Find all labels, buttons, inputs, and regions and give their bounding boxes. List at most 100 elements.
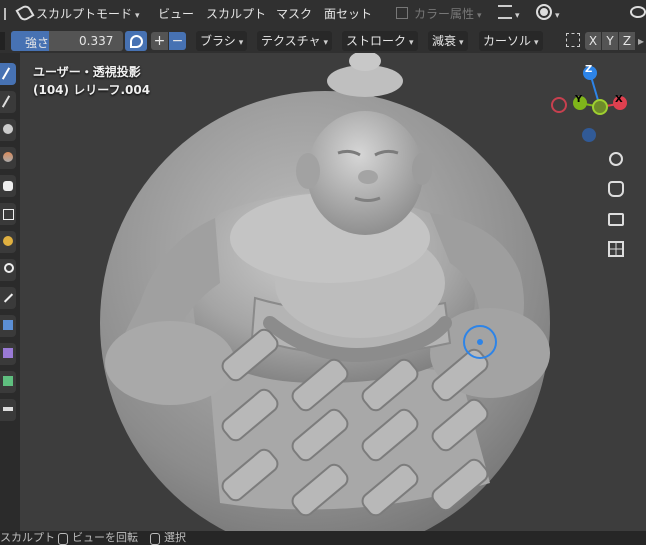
zoom-icon <box>609 152 623 166</box>
falloff-dropdown[interactable]: 減衰 ▾ <box>428 31 468 51</box>
tool-crease[interactable] <box>0 259 16 281</box>
brush-icon <box>1 95 11 108</box>
chevron-down-icon: ▾ <box>409 38 414 48</box>
strength-label: 強さ <box>25 36 50 50</box>
gizmo-y-label: Y <box>575 94 583 105</box>
tool-inflate[interactable] <box>0 203 16 225</box>
3d-viewport[interactable]: ユーザー・透視投影 (104) レリーフ.004 Z Y X <box>20 53 646 531</box>
chevron-down-icon: ▾ <box>238 38 244 48</box>
menu-mask[interactable]: マスク <box>276 4 312 24</box>
chevron-down-icon: ▾ <box>515 11 520 21</box>
tool-fill[interactable] <box>0 343 16 365</box>
tool-clay-strips[interactable] <box>0 147 16 169</box>
chevron-down-icon: ▾ <box>323 38 329 48</box>
mirror-icon <box>566 31 580 51</box>
navigation-gizmo[interactable]: Z Y X <box>548 61 632 151</box>
camera-icon <box>608 212 624 226</box>
chevron-down-icon: ▾ <box>135 11 140 21</box>
brush-icon <box>1 67 11 80</box>
menu-face-sets[interactable]: 面セット <box>324 4 372 24</box>
menu-sculpt[interactable]: スカルプト <box>206 4 266 24</box>
status-select: 選択 <box>164 531 186 544</box>
object-name: (104) レリーフ.004 <box>33 83 151 97</box>
smooth-icon <box>3 293 14 303</box>
stroke-dropdown[interactable]: ストローク ▾ <box>342 31 418 51</box>
sphere-icon <box>536 4 552 20</box>
perspective-toggle-button[interactable] <box>604 237 628 261</box>
shading-dropdown[interactable]: ▾ <box>536 4 560 24</box>
tool-settings-bar: 強さ 0.337 + − ブラシ ▾ テクスチャ ▾ ストローク ▾ 減衰 ▾ カーソル… <box>0 28 646 53</box>
mode-label: スカルプトモード <box>36 7 133 21</box>
multiplane-icon <box>3 407 13 411</box>
tool-scrape[interactable] <box>0 371 16 393</box>
direction-add-button[interactable]: + <box>151 32 168 50</box>
pan-button[interactable] <box>604 177 628 201</box>
pen-pressure-icon <box>129 34 143 48</box>
tool-blob[interactable] <box>0 231 16 253</box>
flatten-icon <box>3 320 13 330</box>
strength-value: 0.337 <box>79 34 114 48</box>
strength-slider[interactable]: 強さ 0.337 <box>11 31 123 51</box>
pressure-toggle[interactable] <box>125 31 147 51</box>
left-knee <box>105 321 235 405</box>
color-attribute-icon <box>396 7 408 19</box>
crease-icon <box>4 263 14 273</box>
view-name: ユーザー・透視投影 <box>33 65 141 79</box>
fill-icon <box>3 348 13 358</box>
gizmo-x-label: X <box>615 94 623 105</box>
clay-strips-icon <box>3 152 13 162</box>
more-options-icon[interactable]: ▸ <box>638 32 646 50</box>
tool-clay[interactable] <box>0 119 16 141</box>
brush-dropdown[interactable]: ブラシ ▾ <box>196 31 248 51</box>
chevron-down-icon: ▾ <box>459 38 464 48</box>
mouse-middle-icon <box>58 533 68 545</box>
cursor-dropdown[interactable]: カーソル ▾ <box>479 31 543 51</box>
tool-draw-sharp[interactable] <box>0 91 16 113</box>
status-mode: スカルプト <box>0 531 55 544</box>
mirror-x-button[interactable]: X <box>585 32 601 50</box>
layer-icon <box>3 181 13 191</box>
visibility-toggle[interactable] <box>630 4 646 24</box>
inflate-icon <box>3 209 14 220</box>
eye-icon <box>630 6 646 18</box>
status-rotate-view: ビューを回転 <box>72 531 138 544</box>
sculpt-brush-icon <box>15 3 35 23</box>
status-bar: スカルプト ビューを回転 選択 <box>0 531 646 545</box>
mouse-left-icon <box>150 533 160 545</box>
mode-selector[interactable]: スカルプトモード ▾ <box>15 3 140 24</box>
cursor-dropdown-label: カーソル <box>483 34 532 48</box>
color-attribute-label: カラー属性 <box>414 7 475 21</box>
color-attribute-dropdown[interactable]: カラー属性 ▾ <box>396 4 482 24</box>
tool-flatten[interactable] <box>0 315 16 337</box>
texture-dropdown-label: テクスチャ <box>261 34 321 48</box>
chevron-down-icon: ▾ <box>555 11 560 21</box>
grid-icon <box>608 241 624 257</box>
editor-type-button[interactable] <box>4 4 14 24</box>
texture-dropdown[interactable]: テクスチャ ▾ <box>257 31 333 51</box>
direction-subtract-button[interactable]: − <box>169 32 186 50</box>
blob-icon <box>3 236 13 246</box>
stroke-dropdown-label: ストローク <box>346 34 407 48</box>
tool-layer[interactable] <box>0 175 16 197</box>
menu-view[interactable]: ビュー <box>158 4 194 24</box>
chevron-down-icon: ▾ <box>477 11 482 21</box>
camera-view-button[interactable] <box>604 207 628 231</box>
brush-dropdown-label: ブラシ <box>200 34 236 48</box>
mirror-y-button[interactable]: Y <box>602 32 618 50</box>
clay-brush-icon <box>3 124 13 134</box>
tool-multiplane-scrape[interactable] <box>0 399 16 421</box>
tool-settings-toggle[interactable] <box>0 32 5 50</box>
falloff-dropdown-label: 減衰 <box>432 34 457 48</box>
symmetry-icon <box>498 5 512 19</box>
zoom-button[interactable] <box>604 147 628 171</box>
scrape-icon <box>3 376 13 386</box>
tool-draw[interactable] <box>0 63 16 85</box>
symmetry-options-dropdown[interactable]: ▾ <box>498 4 520 24</box>
gizmo-z-label: Z <box>585 64 593 75</box>
chevron-down-icon: ▾ <box>534 38 539 48</box>
tool-smooth[interactable] <box>0 287 16 309</box>
hand-icon <box>608 181 624 197</box>
toolbar <box>0 53 20 531</box>
mirror-z-button[interactable]: Z <box>619 32 635 50</box>
editor-header: スカルプトモード ▾ ビュー スカルプト マスク 面セット カラー属性 ▾ ▾ ▾ <box>0 0 646 28</box>
